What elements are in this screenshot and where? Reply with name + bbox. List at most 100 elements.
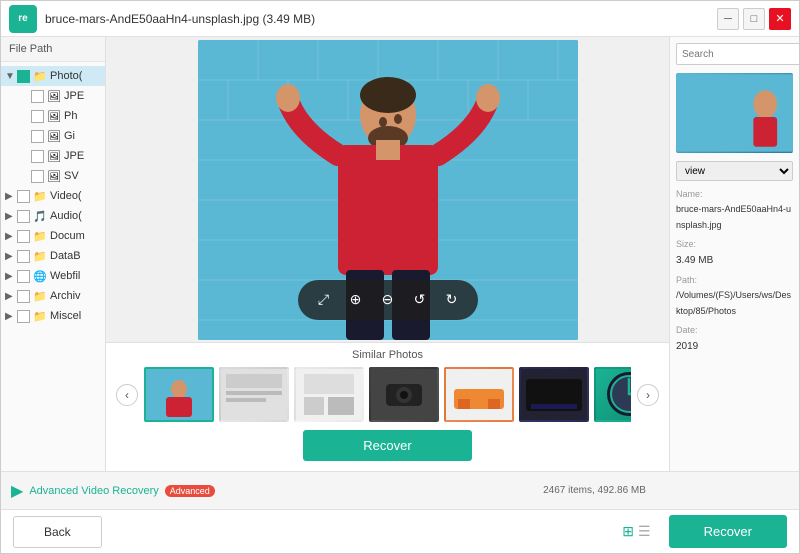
preview-image: ⤢ ⊕ ⊖ ↺ ↻: [198, 40, 578, 340]
meta-section: Name: bruce-mars-AndE50aaHn4-unsplash.jp…: [676, 187, 793, 355]
folder-icon: 📁: [33, 189, 47, 203]
filename-label: Name:: [676, 187, 793, 202]
thumbnail-7[interactable]: [594, 367, 631, 422]
minimize-button[interactable]: ─: [717, 8, 739, 30]
folder-icon: 🎵: [33, 209, 47, 223]
misc-label: Miscel: [50, 310, 81, 322]
sidebar-item-ph[interactable]: 🖼 Ph: [15, 106, 105, 126]
thumbnail-4[interactable]: [369, 367, 439, 422]
grid-icons: ⊞ ☰: [622, 523, 650, 540]
thumbnails-container: [144, 367, 631, 422]
folder-icon: 📁: [33, 249, 47, 263]
doc-checkbox[interactable]: [17, 230, 30, 243]
database-label: DataB: [50, 250, 81, 262]
arrow-icon: ▶: [5, 231, 17, 242]
photos-children: 🖼 JPE 🖼 Ph 🖼 Gi: [1, 86, 105, 186]
sidebar-item-archive[interactable]: ▶ 📁 Archiv: [1, 286, 105, 306]
arrow-icon: ▶: [5, 291, 17, 302]
sidebar-item-document[interactable]: ▶ 📁 Docum: [1, 226, 105, 246]
footer: Back ⊞ ☰ Recover: [1, 509, 799, 553]
webfile-label: Webfil: [50, 270, 80, 282]
adv-video-section: ▶ Advanced Video Recovery Advanced: [11, 481, 400, 501]
grid-view-icon[interactable]: ⊞: [622, 523, 634, 540]
rotate-right-button[interactable]: ↻: [438, 286, 466, 314]
jp2-label: JPE: [64, 150, 84, 162]
gi-label: Gi: [64, 130, 75, 142]
photo-checkbox[interactable]: [17, 70, 30, 83]
misc-checkbox[interactable]: [17, 310, 30, 323]
sidebar-item-video[interactable]: ▶ 📁 Video(: [1, 186, 105, 206]
thumbnail-1[interactable]: [144, 367, 214, 422]
status-text: 2467 items, 492.86 MB: [400, 485, 789, 496]
ph-checkbox[interactable]: [31, 110, 44, 123]
image-icon: 🖼: [47, 129, 61, 143]
photos-label: Photo(: [50, 70, 82, 82]
view-row: view: [676, 161, 793, 181]
size-label: Size:: [676, 237, 793, 252]
fit-button[interactable]: ⤢: [310, 286, 338, 314]
image-icon: 🖼: [47, 109, 61, 123]
thumb-img-5: [446, 369, 512, 420]
thumb-img-4: [371, 369, 437, 420]
list-view-icon[interactable]: ☰: [638, 523, 651, 540]
sidebar-item-gi[interactable]: 🖼 Gi: [15, 126, 105, 146]
sidebar-item-photos[interactable]: ▼ 📁 Photo(: [1, 66, 105, 86]
sidebar-item-jpe[interactable]: 🖼 JPE: [15, 86, 105, 106]
globe-icon: 🌐: [33, 269, 47, 283]
zoom-in-button[interactable]: ⊕: [342, 286, 370, 314]
titlebar: re bruce-mars-AndE50aaHn4-unsplash.jpg (…: [1, 1, 799, 37]
sidebar-item-webfile[interactable]: ▶ 🌐 Webfil: [1, 266, 105, 286]
arch-checkbox[interactable]: [17, 290, 30, 303]
video-label: Video(: [50, 190, 82, 202]
jpe-label: JPE: [64, 90, 84, 102]
jpe-checkbox[interactable]: [31, 90, 44, 103]
thumb-img-7: [596, 369, 631, 420]
rotate-left-button[interactable]: ↺: [406, 286, 434, 314]
db-checkbox[interactable]: [17, 250, 30, 263]
adv-badge: Advanced: [165, 485, 215, 497]
folder-icon: 📁: [33, 69, 47, 83]
arrow-icon: ▼: [5, 71, 17, 82]
image-icon: 🖼: [47, 89, 61, 103]
sidebar-item-jp2[interactable]: 🖼 JPE: [15, 146, 105, 166]
sv-checkbox[interactable]: [31, 170, 44, 183]
document-label: Docum: [50, 230, 85, 242]
thumbnail-2[interactable]: [219, 367, 289, 422]
size-value: 3.49 MB: [676, 252, 793, 269]
prev-button[interactable]: ‹: [116, 384, 138, 406]
recover-button-wrap: Recover: [116, 430, 659, 461]
logo-text: re: [18, 13, 27, 24]
arrow-icon: ▶: [5, 251, 17, 262]
thumbnail-3[interactable]: [294, 367, 364, 422]
search-input[interactable]: [676, 43, 799, 65]
image-toolbar: ⤢ ⊕ ⊖ ↺ ↻: [298, 280, 478, 320]
zoom-out-button[interactable]: ⊖: [374, 286, 402, 314]
sidebar-item-audio[interactable]: ▶ 🎵 Audio(: [1, 206, 105, 226]
sidebar-item-misc[interactable]: ▶ 📁 Miscel: [1, 306, 105, 326]
audio-checkbox[interactable]: [17, 210, 30, 223]
sidebar-item-sv[interactable]: 🖼 SV: [15, 166, 105, 186]
back-button[interactable]: Back: [13, 516, 102, 548]
close-button[interactable]: ✕: [769, 8, 791, 30]
footer-recover-button[interactable]: Recover: [669, 515, 787, 548]
image-icon: 🖼: [47, 169, 61, 183]
web-checkbox[interactable]: [17, 270, 30, 283]
view-select[interactable]: view: [676, 161, 793, 181]
arrow-icon: ▶: [5, 191, 17, 202]
thumbnail-6[interactable]: [519, 367, 589, 422]
date-value: 2019: [676, 338, 793, 355]
sidebar-item-database[interactable]: ▶ 📁 DataB: [1, 246, 105, 266]
bottom-bar: ▶ Advanced Video Recovery Advanced 2467 …: [1, 471, 799, 509]
thumbnail-5[interactable]: [444, 367, 514, 422]
video-checkbox[interactable]: [17, 190, 30, 203]
maximize-button[interactable]: □: [743, 8, 765, 30]
jp2-checkbox[interactable]: [31, 150, 44, 163]
ph-label: Ph: [64, 110, 77, 122]
recover-center-button[interactable]: Recover: [303, 430, 471, 461]
adv-video-link[interactable]: Advanced Video Recovery: [29, 485, 158, 497]
thumb-img-1: [146, 369, 212, 420]
thumb-img-3: [296, 369, 362, 420]
gi-checkbox[interactable]: [31, 130, 44, 143]
right-panel: ▼ view Name: bruce-mars-AndE50aaHn4-unsp…: [669, 37, 799, 471]
next-button[interactable]: ›: [637, 384, 659, 406]
